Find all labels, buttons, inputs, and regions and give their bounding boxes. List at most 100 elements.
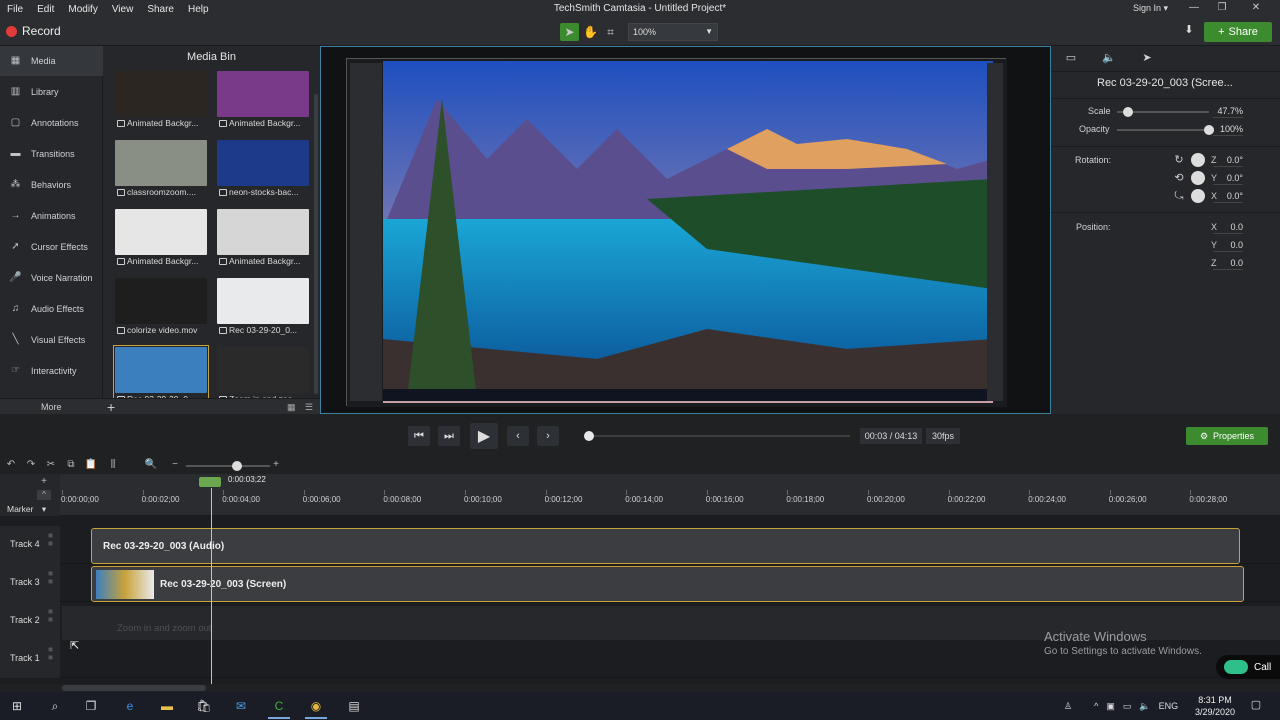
copy-icon[interactable]: ⧉ — [64, 459, 78, 473]
notification-icon[interactable]: ▢ — [1248, 698, 1264, 714]
zoom-out-icon[interactable]: − — [168, 459, 182, 473]
download-icon[interactable]: ⬇ — [1180, 23, 1198, 41]
menu-modify[interactable]: Modify — [61, 4, 104, 15]
media-item[interactable]: Rec 03-29-20_0... — [217, 278, 309, 340]
lock-icon[interactable]: ◼ ◼ — [48, 570, 54, 596]
edge-browser-icon[interactable]: e — [117, 696, 143, 716]
crop-tool-icon[interactable]: ⌗ — [601, 23, 620, 41]
restore-icon[interactable]: ❐ — [1214, 2, 1230, 16]
timeline-scrollbar[interactable] — [0, 684, 1280, 692]
task-view-icon[interactable]: ❐ — [78, 696, 104, 716]
rotation-y-value[interactable]: 0.0° — [1213, 173, 1243, 185]
scrub-bar[interactable] — [586, 435, 850, 437]
grid-view-icon[interactable]: ▦ — [287, 402, 298, 412]
scale-value[interactable]: 47.7% — [1213, 106, 1243, 118]
sidebar-item-library[interactable]: ▥ Library — [0, 77, 103, 107]
add-media-icon[interactable]: + — [107, 399, 115, 415]
lock-icon[interactable]: ◼ ◼ — [48, 608, 54, 634]
media-item[interactable]: Animated Backgr... — [115, 71, 207, 133]
track-header[interactable]: Track 1 ◼ ◼ — [0, 640, 60, 678]
rotation-y-dial[interactable] — [1191, 171, 1205, 185]
clock[interactable]: 8:31 PM 3/29/2020 — [1192, 694, 1238, 718]
sidebar-item-visual-effects[interactable]: ╲ Visual Effects — [0, 325, 103, 355]
people-icon[interactable]: ♙ — [1064, 701, 1072, 712]
collapse-icon[interactable]: ^ — [37, 490, 51, 500]
camtasia-tray-icon[interactable]: ▣ — [1106, 701, 1115, 712]
video-preview[interactable] — [346, 58, 1007, 407]
media-bin-scrollbar[interactable] — [314, 94, 318, 394]
more-button[interactable]: More — [41, 402, 62, 412]
audio-clip[interactable]: Rec 03-29-20_003 (Audio) — [91, 528, 1240, 564]
timeline-zoom-slider[interactable] — [186, 465, 270, 467]
mail-icon[interactable]: ✉ — [228, 696, 254, 716]
timeline-scroll-thumb[interactable] — [62, 685, 206, 691]
app-window-icon[interactable]: ▤ — [341, 696, 367, 716]
opacity-value[interactable]: 100% — [1213, 124, 1243, 136]
list-view-icon[interactable]: ☰ — [305, 402, 316, 412]
camtasia-icon[interactable]: C — [266, 696, 292, 719]
opacity-slider[interactable] — [1117, 129, 1209, 131]
sidebar-item-media[interactable]: ▦ Media — [0, 46, 103, 76]
sidebar-item-animations[interactable]: → Animations — [0, 201, 103, 231]
lock-icon[interactable]: ◼ ◼ — [48, 646, 54, 672]
media-item[interactable]: colorize video.mov — [115, 278, 207, 340]
menu-view[interactable]: View — [105, 4, 141, 15]
chrome-icon[interactable]: ◉ — [303, 696, 329, 719]
scale-slider-knob[interactable] — [1123, 107, 1134, 117]
zoom-search-icon[interactable]: 🔍 — [144, 459, 158, 473]
media-item[interactable]: Animated Backgr... — [217, 71, 309, 133]
network-icon[interactable]: ▭ — [1123, 701, 1132, 712]
volume-icon[interactable]: 🔈 — [1139, 701, 1150, 712]
zoom-in-icon[interactable]: + — [269, 459, 283, 473]
cursor-properties-tab-icon[interactable]: ➤ — [1136, 51, 1158, 67]
close-icon[interactable]: ✕ — [1248, 2, 1264, 16]
marker-toggle[interactable]: Marker ▾ — [7, 504, 46, 515]
sidebar-item-cursor-effects[interactable]: ➚ Cursor Effects — [0, 232, 103, 262]
sidebar-item-annotations[interactable]: ▢ Annotations — [0, 108, 103, 138]
chevron-up-icon[interactable]: ^ — [1094, 701, 1098, 711]
rotation-x-dial[interactable] — [1191, 189, 1205, 203]
sign-in-menu[interactable]: Sign In ▾ — [1133, 3, 1168, 14]
visual-properties-tab-icon[interactable]: ▭ — [1060, 51, 1082, 67]
playhead-handle[interactable] — [199, 477, 221, 487]
media-item[interactable]: classroomzoom.... — [115, 140, 207, 202]
sidebar-item-behaviors[interactable]: ⁂ Behaviors — [0, 170, 103, 200]
rotation-z-value[interactable]: 0.0° — [1213, 155, 1243, 167]
add-track-icon[interactable]: + — [37, 476, 51, 490]
media-item[interactable]: Animated Backgr... — [115, 209, 207, 271]
menu-share[interactable]: Share — [140, 4, 181, 15]
step-forward-icon[interactable]: ⏭ — [438, 426, 460, 446]
rotation-z-dial[interactable] — [1191, 153, 1205, 167]
menu-file[interactable]: File — [0, 4, 30, 15]
minimize-icon[interactable]: — — [1186, 2, 1202, 16]
split-icon[interactable]: ⫼ — [106, 459, 120, 473]
next-clip-icon[interactable]: › — [537, 426, 559, 446]
track-header[interactable]: Track 4 ◼ ◼ — [0, 526, 60, 564]
sidebar-item-voice-narration[interactable]: 🎤 Voice Narration — [0, 263, 103, 293]
rotation-x-value[interactable]: 0.0° — [1213, 191, 1243, 203]
language-indicator[interactable]: ENG — [1159, 701, 1179, 711]
track-header[interactable]: Track 2 ◼ ◼ — [0, 602, 60, 640]
undo-icon[interactable]: ↶ — [4, 459, 18, 473]
sidebar-item-interactivity[interactable]: ☞ Interactivity — [0, 356, 103, 386]
menu-help[interactable]: Help — [181, 4, 216, 15]
windows-start-icon[interactable]: ⊞ — [4, 696, 30, 716]
position-x-value[interactable]: 0.0 — [1213, 222, 1243, 234]
play-icon[interactable]: ▶ — [470, 423, 498, 449]
lock-icon[interactable]: ◼ ◼ — [48, 532, 54, 558]
screen-clip[interactable]: Rec 03-29-20_003 (Screen) — [91, 566, 1244, 602]
properties-button[interactable]: ⚙ Properties — [1186, 427, 1268, 445]
timeline-ruler[interactable]: + ^ 0:00:03;22 Marker ▾ 0:00:00;00 0:00:0… — [0, 474, 1280, 516]
timeline-zoom-knob[interactable] — [232, 461, 242, 471]
sidebar-item-transitions[interactable]: ▬ Transitions — [0, 139, 103, 169]
call-button[interactable]: Call — [1216, 655, 1280, 679]
store-icon[interactable]: 🛍 — [191, 696, 217, 716]
select-tool-icon[interactable]: ➤ — [560, 23, 579, 41]
position-z-value[interactable]: 0.0 — [1213, 258, 1243, 270]
record-button[interactable]: Record — [6, 24, 61, 38]
file-explorer-icon[interactable]: ▬ — [154, 696, 180, 716]
media-item[interactable]: neon-stocks-bac... — [217, 140, 309, 202]
canvas[interactable] — [320, 46, 1051, 414]
previous-clip-icon[interactable]: ‹ — [507, 426, 529, 446]
search-icon[interactable]: ⌕ — [42, 696, 68, 716]
